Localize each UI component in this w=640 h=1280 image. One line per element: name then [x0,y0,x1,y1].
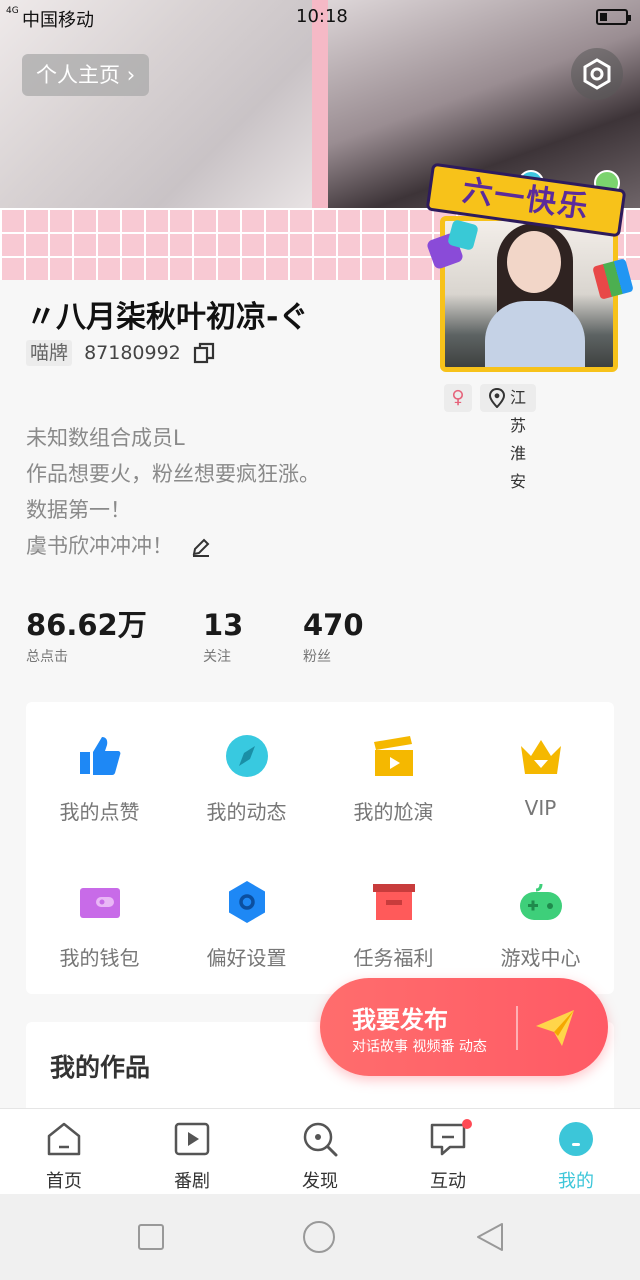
bottom-tab-bar: 首页 番剧 发现 互动 我的 [0,1108,640,1194]
bio-line: 数据第一！ [26,498,131,522]
publish-divider [516,1006,518,1050]
tab-anime[interactable]: 番剧 [128,1119,256,1195]
my-works-title: 我的作品 [50,1053,151,1082]
gender-female-icon: ♀ [444,384,472,412]
menu-my-wallet[interactable]: 我的钱包 [26,848,173,970]
location-text: 江苏 淮安 [510,388,527,491]
battery-icon [596,9,631,25]
home-icon [47,1122,81,1156]
play-screen-icon [174,1122,210,1156]
user-bio: 未知数组合成员L 作品想要火，粉丝想要疯狂涨。 数据第一！ 虞书欣冲冲冲！ [26,420,320,564]
stat-label: 总点击 [26,649,68,665]
tab-home[interactable]: 首页 [0,1119,128,1195]
feature-menu: 我的点赞 我的动态 我的尬演 VIP 我的钱包 偏好设置 任务福利 游戏中心 [26,702,614,994]
id-badge: 喵牌 [26,340,73,366]
home-circle-icon[interactable] [302,1220,336,1254]
status-bar: 4G 中国移动 10:18 [0,0,640,34]
clock: 10:18 [296,6,348,27]
stat-value: 13 [203,608,244,642]
stat-followers[interactable]: 470 粉丝 [303,608,364,666]
compass-icon [226,735,268,777]
user-id: 87180992 [84,342,181,364]
signal-indicator: 4G [6,6,19,16]
bio-line: 作品想要火，粉丝想要疯狂涨。 [26,462,320,486]
settings-button[interactable] [571,48,623,100]
me-icon [559,1122,593,1156]
wallet-icon [80,888,120,918]
user-nickname: 〃八月柒秋叶初凉-ぐ [26,300,309,335]
system-navigation-bar [0,1194,640,1280]
personal-homepage-label: 个人主页 [36,63,120,87]
gamepad-icon [520,883,562,920]
notification-dot [462,1119,472,1129]
stat-value: 86.62万 [26,608,147,642]
chevron-right-icon: › [126,63,136,87]
menu-my-posts[interactable]: 我的动态 [173,702,320,824]
copy-icon[interactable] [193,342,215,364]
back-triangle-icon[interactable] [474,1220,508,1254]
location-tag: 江苏 淮安 [480,384,537,491]
stat-total-clicks[interactable]: 86.62万 总点击 [26,608,147,666]
hexagon-settings-icon [229,881,265,923]
discover-search-icon [303,1122,338,1157]
edit-pencil-icon[interactable] [190,536,212,558]
menu-my-acting[interactable]: 我的尬演 [320,702,467,824]
menu-preferences[interactable]: 偏好设置 [173,848,320,970]
tab-interact[interactable]: 互动 [384,1119,512,1195]
location-pin-icon [488,388,506,408]
personal-homepage-button[interactable]: 个人主页 › [22,54,150,96]
user-id-row: 喵牌 87180992 [26,340,215,368]
archive-box-icon [373,884,415,920]
stat-label: 关注 [203,649,231,665]
tab-me[interactable]: 我的 [512,1119,640,1195]
menu-my-likes[interactable]: 我的点赞 [26,702,173,824]
bio-line: 未知数组合成员L [26,426,185,450]
menu-vip[interactable]: VIP [467,702,614,822]
rubik-cube-decoration [592,258,634,300]
publish-button[interactable]: 我要发布 对话故事 视频番 动态 [320,978,608,1076]
bio-line: 虞书欣冲冲冲！ [26,528,320,564]
publish-subtitle: 对话故事 视频番 动态 [352,1039,487,1055]
stat-value: 470 [303,608,364,642]
publish-title: 我要发布 [352,1006,448,1034]
stat-following[interactable]: 13 关注 [203,608,243,666]
chat-icon [430,1123,466,1156]
tab-discover[interactable]: 发现 [256,1119,384,1195]
recent-apps-icon[interactable] [134,1220,168,1254]
clapperboard-icon [374,736,413,776]
avatar-frame[interactable]: 六一快乐 [425,162,634,380]
stat-label: 粉丝 [303,649,331,665]
menu-task-rewards[interactable]: 任务福利 [320,848,467,970]
crown-icon [521,740,561,774]
carrier-name: 中国移动 [22,10,94,31]
thumbs-up-icon [80,737,121,775]
paper-plane-icon [536,1010,574,1046]
menu-game-center[interactable]: 游戏中心 [467,848,614,970]
hexagon-gear-icon [583,58,611,90]
